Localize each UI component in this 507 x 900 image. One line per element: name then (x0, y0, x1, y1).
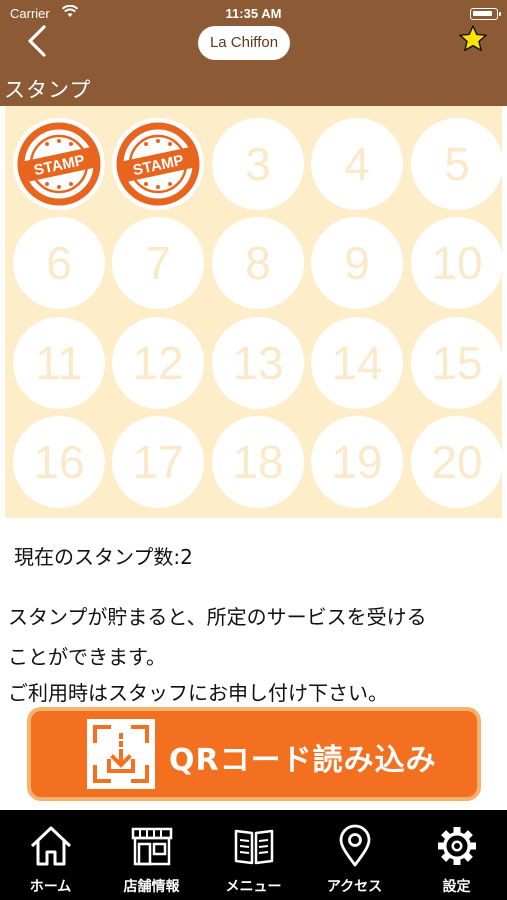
tab-home[interactable]: ホーム (0, 810, 101, 900)
stamp-card: STAMP STAMP 3 4 5 6 7 8 9 10 11 12 13 14 15 16 17 18 19 20 (5, 106, 503, 518)
tab-label: メニュー (225, 879, 282, 895)
tab-access[interactable]: アクセス (304, 810, 405, 900)
gear-icon (438, 827, 476, 865)
tab-label: アクセス (326, 879, 383, 895)
message-line: スタンプが貯まると、所定のサービスを受ける (8, 605, 427, 629)
stamp-slot-empty: 13 (212, 317, 304, 409)
stamp-slot-empty: 14 (311, 317, 403, 409)
stamp-slot-empty: 9 (311, 217, 403, 309)
stamp-number: 5 (444, 138, 470, 190)
stamp-slot-empty: 6 (13, 217, 105, 309)
stamp-screen: Carrier 11:35 AM La Chiffon スタンプ STAMP ST… (0, 0, 507, 900)
stamp-slot-empty: 10 (411, 217, 503, 309)
stamp-number: 3 (245, 138, 271, 190)
stamp-slot-empty: 16 (13, 416, 105, 508)
stamp-slot-empty: 18 (212, 416, 304, 508)
stamp-slot-stamped: STAMP (13, 118, 105, 210)
stamp-mark-icon: STAMP (116, 122, 200, 206)
stamp-slot-empty: 8 (212, 217, 304, 309)
qr-scan-icon (87, 719, 155, 789)
tab-label: 店舗情報 (123, 879, 180, 895)
stamp-slot-empty: 19 (311, 416, 403, 508)
tab-shop-info[interactable]: 店舗情報 (101, 810, 202, 900)
battery-level-fill (473, 11, 492, 16)
stamp-slot-empty: 11 (13, 317, 105, 409)
stamp-number: 6 (46, 237, 72, 289)
stamp-slot-empty: 12 (112, 317, 204, 409)
stamp-count-text: 現在のスタンプ数:2 (14, 545, 193, 569)
stamp-number: 8 (245, 237, 271, 289)
message-line: ご利用時はスタッフにお申し付け下さい。 (8, 681, 388, 705)
stamp-slot-empty: 5 (411, 118, 503, 210)
stamp-number: 10 (431, 237, 483, 289)
stamp-slot-stamped: STAMP (112, 118, 204, 210)
message-line: ことができます。 (8, 645, 166, 669)
stamp-slot-empty: 7 (112, 217, 204, 309)
header: Carrier 11:35 AM La Chiffon スタンプ (0, 0, 507, 106)
tab-menu[interactable]: メニュー (203, 810, 304, 900)
stamp-number: 11 (35, 337, 83, 389)
stamp-number: 14 (331, 337, 383, 389)
stamp-number: 16 (33, 436, 85, 488)
stamp-number: 19 (331, 436, 383, 488)
stamp-slot-empty: 20 (411, 416, 503, 508)
storefront-icon (131, 827, 173, 866)
tab-settings[interactable]: 設定 (406, 810, 507, 900)
back-button[interactable] (24, 24, 54, 58)
stamp-slot-empty: 15 (411, 317, 503, 409)
tab-label: 設定 (442, 879, 471, 895)
stamp-number: 15 (431, 337, 483, 389)
book-icon (234, 829, 274, 865)
stamp-number: 18 (232, 436, 284, 488)
shop-name-badge: La Chiffon (198, 26, 290, 60)
stamp-number: 7 (145, 237, 171, 289)
clock: 11:35 AM (225, 6, 282, 21)
stamp-number: 4 (344, 138, 370, 190)
map-pin-icon (339, 824, 371, 867)
page-title: スタンプ (4, 78, 92, 102)
status-bar: Carrier 11:35 AM (0, 0, 507, 26)
favorite-star-icon[interactable] (458, 24, 488, 54)
stamp-number: 20 (431, 436, 483, 488)
stamp-slot-empty: 4 (311, 118, 403, 210)
stamp-slot-empty: 3 (212, 118, 304, 210)
tab-bar: ホーム 店舗情報 メニュー アクセス 設定 (0, 810, 507, 900)
stamp-number: 9 (344, 237, 370, 289)
stamp-number: 17 (132, 436, 184, 488)
stamp-number: 13 (232, 337, 284, 389)
qr-code-scan-button[interactable]: QRコード読み込み (27, 707, 481, 801)
stamp-number: 12 (132, 337, 184, 389)
tab-label: ホーム (29, 879, 72, 895)
stamp-mark-icon: STAMP (17, 122, 101, 206)
battery-icon (470, 8, 501, 20)
stamp-slot-empty: 17 (112, 416, 204, 508)
qr-button-label: QRコード読み込み (169, 743, 437, 778)
home-icon (30, 826, 72, 866)
